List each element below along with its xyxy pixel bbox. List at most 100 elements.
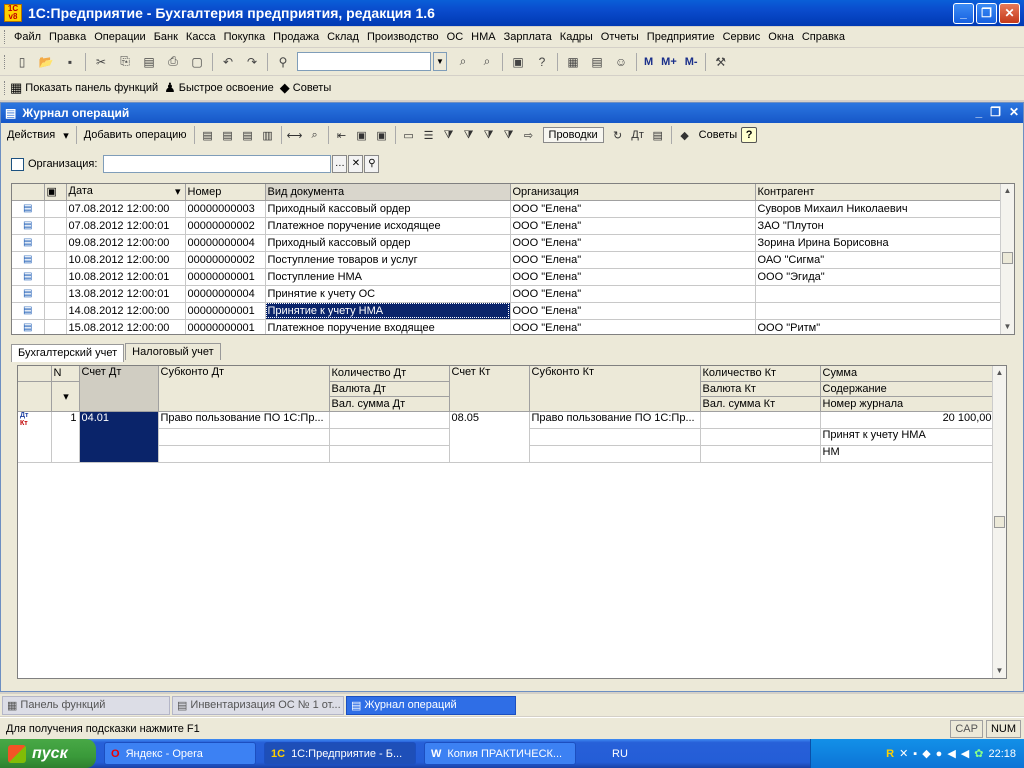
close-button[interactable]: ✕ [999, 3, 1020, 24]
new-document-icon[interactable]: ▯ [12, 52, 32, 72]
posting-subconto-kt2-cell[interactable] [529, 428, 701, 446]
find-prev-icon[interactable]: ⌕ [477, 52, 497, 72]
find-by-number-icon[interactable]: ⌕ [307, 127, 323, 143]
find-next-icon[interactable]: ⌕ [453, 52, 473, 72]
dt-kt-icon[interactable]: Дт [630, 127, 646, 143]
table-row[interactable]: ▤ 15.08.2012 12:00:00 00000000001 Платеж… [12, 319, 1003, 334]
journal-scrollbar[interactable]: ▲ ▼ [1000, 184, 1014, 334]
table-row[interactable]: ▤ 07.08.2012 12:00:00 00000000003 Приход… [12, 200, 1003, 218]
posting-cur-sum-dt-cell[interactable] [329, 445, 450, 463]
menu-help[interactable]: Справка [798, 31, 849, 43]
delete-row-icon[interactable]: ▥ [260, 127, 276, 143]
find-icon[interactable]: ⚲ [273, 52, 293, 72]
scroll-up-icon[interactable]: ▲ [993, 366, 1006, 380]
refresh-icon[interactable]: ↻ [610, 127, 626, 143]
column-header-cur-sum-kt[interactable]: Вал. сумма Кт [700, 396, 821, 412]
menu-production[interactable]: Производство [363, 31, 443, 43]
posting-subconto-dt-cell[interactable]: Право пользование ПО 1С:Пр... [158, 411, 330, 429]
show-panel-button[interactable]: ▦ Показать панель функций [10, 80, 158, 96]
cut-icon[interactable]: ✂ [91, 52, 111, 72]
scroll-down-icon[interactable]: ▼ [993, 664, 1006, 678]
column-header-acc-dt[interactable]: Счет Дт [79, 366, 159, 412]
table-row-selected[interactable]: ▤ 14.08.2012 12:00:00 00000000001 Принят… [12, 302, 1003, 320]
language-indicator[interactable]: RU [612, 748, 628, 760]
speaker-icon[interactable]: ◀ [961, 747, 969, 760]
search-input[interactable] [297, 52, 431, 71]
memory-minus-button[interactable]: M- [685, 56, 698, 68]
task-opera[interactable]: O Яндекс - Opera [104, 742, 256, 765]
scroll-thumb[interactable] [994, 516, 1005, 528]
undo-icon[interactable]: ↶ [218, 52, 238, 72]
journal-close-button[interactable]: ✕ [1009, 105, 1019, 119]
print-icon[interactable]: ⎙ [163, 52, 183, 72]
menu-personnel[interactable]: Кадры [556, 31, 597, 43]
posting-journal-no-cell[interactable]: НМ [820, 445, 995, 463]
tray-icon[interactable]: ✕ [899, 747, 908, 760]
based-on-icon[interactable]: ⇨ [521, 127, 537, 143]
organization-checkbox[interactable] [11, 157, 24, 171]
table-row[interactable]: ▤ 09.08.2012 12:00:00 00000000004 Приход… [12, 234, 1003, 252]
back-icon[interactable]: ⇤ [334, 127, 350, 143]
menu-file[interactable]: Файл [10, 31, 45, 43]
clear-filter-icon[interactable]: ⧩ [501, 127, 517, 143]
column-header-cur-sum-dt[interactable]: Вал. сумма Дт [329, 396, 450, 412]
menu-windows[interactable]: Окна [764, 31, 798, 43]
add-icon[interactable]: ▤ [200, 127, 216, 143]
save-icon[interactable]: ▪ [60, 52, 80, 72]
organization-clear-button[interactable]: ✕ [348, 155, 364, 173]
posting-subconto-dt3-cell[interactable] [158, 445, 330, 463]
help-1c-icon[interactable]: ? [532, 52, 552, 72]
actions-menu[interactable]: Действия [3, 129, 59, 141]
column-header-number[interactable]: Номер [185, 184, 266, 201]
report-icon[interactable]: ▤ [650, 127, 666, 143]
posting-acc-kt-cell[interactable]: 08.05 [449, 411, 530, 463]
column-header-sum[interactable]: Сумма [820, 366, 995, 382]
search-dropdown-arrow[interactable]: ▼ [433, 52, 447, 71]
redo-icon[interactable]: ↷ [242, 52, 262, 72]
menu-bank[interactable]: Банк [150, 31, 182, 43]
antivirus-icon[interactable]: ● [936, 748, 943, 760]
column-header-content[interactable]: Содержание [820, 381, 995, 397]
column-header-cur-dt[interactable]: Валюта Дт [329, 381, 450, 397]
posting-subconto-kt3-cell[interactable] [529, 445, 701, 463]
posting-cur-kt-cell[interactable] [700, 428, 821, 446]
edit-row-icon[interactable]: ▤ [240, 127, 256, 143]
column-header-n[interactable]: N [51, 366, 80, 382]
column-header-cur-kt[interactable]: Валюта Кт [700, 381, 821, 397]
icon-column-header[interactable] [12, 184, 45, 201]
memory-button[interactable]: M [644, 56, 653, 68]
paste-icon[interactable]: ▤ [139, 52, 159, 72]
window-tab-panel[interactable]: ▦ Панель функций [2, 695, 170, 715]
app-title-bar[interactable]: 1С v8 1С:Предприятие - Бухгалтерия предпр… [0, 0, 1024, 26]
column-header-counterparty[interactable]: Контрагент [755, 184, 1003, 201]
menu-enterprise[interactable]: Предприятие [643, 31, 719, 43]
quick-learn-button[interactable]: ♟ Быстрое освоение [164, 80, 274, 96]
journal-restore-button[interactable]: ❐ [990, 105, 1001, 119]
posting-qty-kt-cell[interactable] [700, 411, 821, 429]
posting-subconto-kt-cell[interactable]: Право пользование ПО 1С:Пр... [529, 411, 701, 429]
posting-sum-cell[interactable]: 20 100,00 [820, 411, 995, 429]
column-header-qty-dt[interactable]: Количество Дт [329, 366, 450, 382]
calendar-icon[interactable]: ▤ [587, 52, 607, 72]
posting-cur-sum-kt-cell[interactable] [700, 445, 821, 463]
r-tray-icon[interactable]: R [886, 748, 894, 760]
window-icon[interactable]: ▣ [508, 52, 528, 72]
flower-icon[interactable]: ✿ [974, 747, 983, 760]
postings-scrollbar[interactable]: ▲ ▼ [992, 366, 1006, 678]
table-row[interactable]: ▤ 07.08.2012 12:00:01 00000000002 Платеж… [12, 217, 1003, 235]
network-icon[interactable]: ▪ [913, 748, 917, 760]
window-tab-inventory[interactable]: ▤ Инвентаризация ОС № 1 от... [172, 695, 344, 715]
posting-qty-dt-cell[interactable] [329, 411, 450, 429]
user-icon[interactable]: ☺ [611, 52, 631, 72]
organization-select-button[interactable]: … [332, 155, 348, 173]
posted-column-header[interactable]: ▣ [44, 184, 67, 201]
column-header-date[interactable]: Дата ▾ [66, 184, 186, 201]
column-header-organization[interactable]: Организация [510, 184, 756, 201]
provodki-button[interactable]: Проводки [542, 127, 604, 143]
clock[interactable]: 22:18 [988, 748, 1016, 760]
tab-tax[interactable]: Налоговый учет [125, 343, 221, 360]
calculator-icon[interactable]: ▦ [563, 52, 583, 72]
scroll-down-icon[interactable]: ▼ [1001, 320, 1014, 334]
posting-cur-dt-cell[interactable] [329, 428, 450, 446]
organization-open-button[interactable]: ⚲ [364, 155, 380, 173]
